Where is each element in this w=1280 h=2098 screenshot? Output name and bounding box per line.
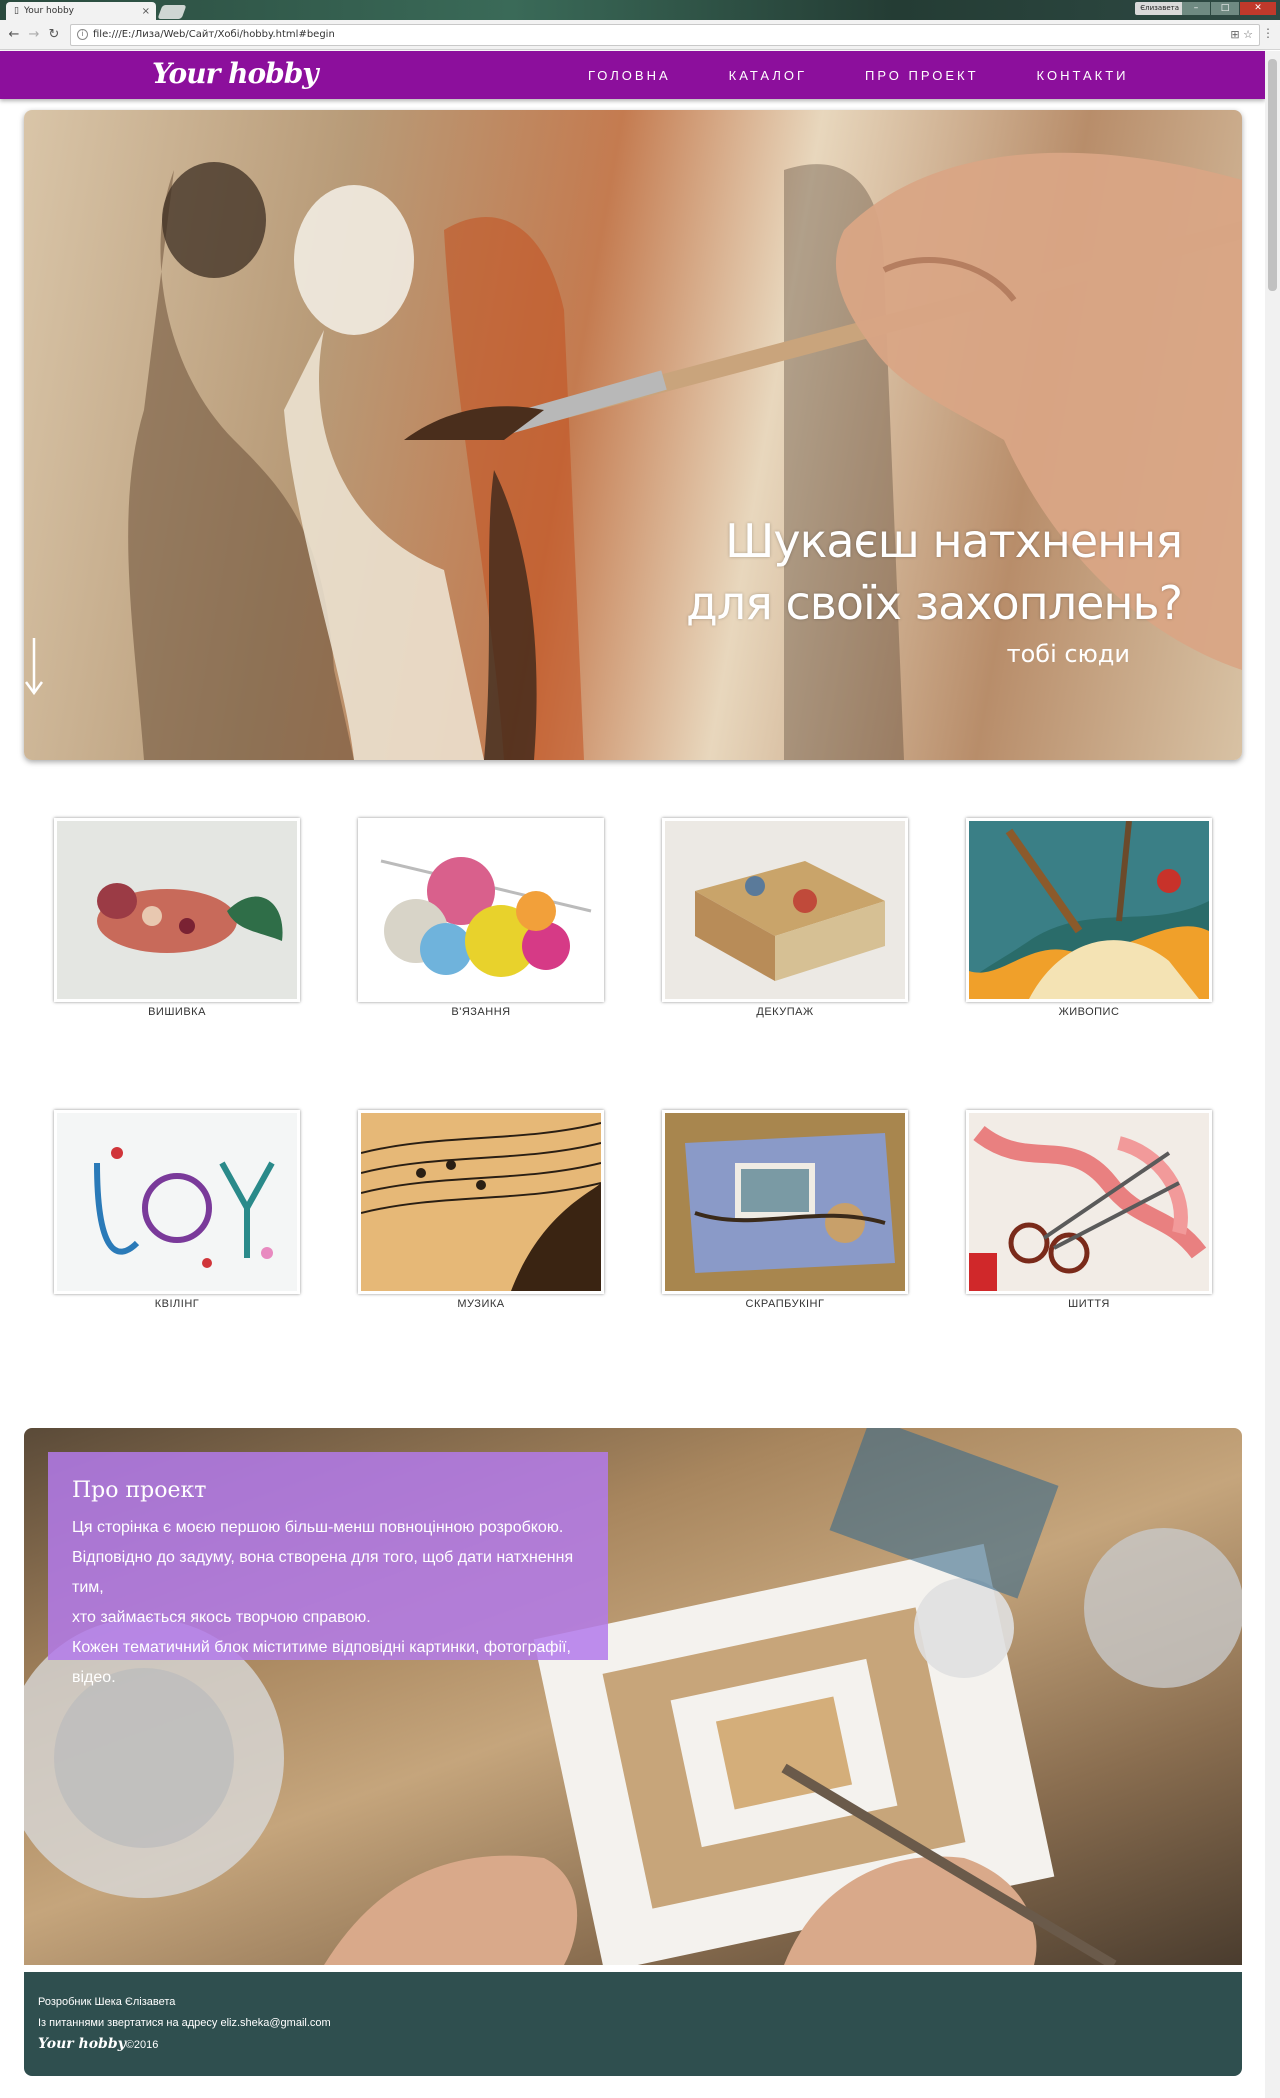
site-logo[interactable]: Your hobby: [152, 57, 319, 90]
hero-line-2: для своїх захоплень?: [685, 576, 1183, 630]
decoupage-image[interactable]: [662, 818, 908, 1002]
site-header: Your hobby ГОЛОВНА КАТАЛОГ ПРО ПРОЕКТ КО…: [0, 51, 1265, 99]
info-icon[interactable]: i: [77, 29, 88, 40]
scrapbooking-image[interactable]: [662, 1110, 908, 1294]
address-bar[interactable]: i file:///E:/Лиза/Web/Сайт/Хобі/hobby.ht…: [70, 24, 1260, 46]
new-tab-button[interactable]: [157, 5, 187, 19]
site-footer: Розробник Шека Єлізавета Із питаннями зв…: [24, 1972, 1242, 2076]
bookmark-star-icon[interactable]: ☆: [1243, 28, 1253, 41]
footer-developer: Розробник Шека Єлізавета: [38, 1996, 176, 2008]
category-music[interactable]: МУЗИКА: [358, 1110, 604, 1310]
quilling-image[interactable]: [54, 1110, 300, 1294]
category-quilling[interactable]: КВІЛІНГ: [54, 1110, 300, 1310]
browser-titlebar: ▯ Your hobby × Єлизавета – □ ✕: [0, 0, 1280, 20]
about-line: Відповідно до задуму, вона створена для …: [72, 1549, 574, 1596]
category-label: ЖИВОПИС: [1058, 1006, 1120, 1018]
category-sewing[interactable]: ШИТТЯ: [966, 1110, 1212, 1310]
embroidery-image[interactable]: [54, 818, 300, 1002]
knitting-image[interactable]: [358, 818, 604, 1002]
nav-catalog[interactable]: КАТАЛОГ: [729, 68, 807, 83]
maximize-icon[interactable]: □: [1211, 2, 1239, 15]
category-label: ВИШИВКА: [148, 1006, 206, 1018]
category-scrapbooking[interactable]: СКРАПБУКІНГ: [662, 1110, 908, 1310]
arrow-down-icon[interactable]: [24, 636, 44, 696]
category-knitting[interactable]: В'ЯЗАННЯ: [358, 818, 604, 1018]
nav-home[interactable]: ГОЛОВНА: [588, 68, 671, 83]
category-label: МУЗИКА: [457, 1298, 505, 1310]
footer-year: ©2016: [125, 2039, 159, 2051]
footer-logo: Your hobby: [38, 2036, 126, 2052]
hero-heading: Шукаєш натхнення для своїх захоплень?: [685, 510, 1183, 634]
sewing-image[interactable]: [966, 1110, 1212, 1294]
tab-close-icon[interactable]: ×: [142, 6, 150, 17]
about-section: Про проект Ця сторінка є моєю першою біл…: [24, 1428, 1242, 1965]
browser-menu-icon[interactable]: ⋮: [1262, 26, 1274, 40]
footer-contact: Із питаннями звертатися на адресу eliz.s…: [38, 2017, 331, 2029]
address-text: file:///E:/Лиза/Web/Сайт/Хобі/hobby.html…: [93, 29, 335, 40]
minimize-icon[interactable]: –: [1182, 2, 1210, 15]
hero-cta-text[interactable]: тобі сюди: [1007, 640, 1130, 668]
category-label: КВІЛІНГ: [154, 1298, 200, 1310]
category-embroidery[interactable]: ВИШИВКА: [54, 818, 300, 1018]
tab-title: Your hobby: [23, 6, 74, 16]
category-painting[interactable]: ЖИВОПИС: [966, 818, 1212, 1018]
hero-line-1: Шукаєш натхнення: [725, 514, 1183, 568]
nav-contacts[interactable]: КОНТАКТИ: [1037, 68, 1129, 83]
category-label: ШИТТЯ: [1068, 1298, 1110, 1310]
page-scrollbar[interactable]: [1265, 51, 1280, 2098]
reload-icon[interactable]: ↻: [46, 27, 62, 43]
category-label: В'ЯЗАННЯ: [451, 1006, 511, 1018]
omnibox-actions: ⊞ ☆: [1230, 25, 1253, 45]
page-icon: ▯: [14, 6, 19, 16]
window-close-icon[interactable]: ✕: [1240, 2, 1276, 15]
browser-tab[interactable]: ▯ Your hobby ×: [6, 2, 156, 20]
about-line: Ця сторінка є моєю першою більш-менш пов…: [72, 1519, 564, 1536]
profile-button[interactable]: Єлизавета: [1135, 2, 1184, 15]
translate-icon[interactable]: ⊞: [1230, 28, 1239, 41]
nav-about[interactable]: ПРО ПРОЕКТ: [865, 68, 978, 83]
forward-icon[interactable]: →: [26, 27, 42, 43]
hero-banner: Шукаєш натхнення для своїх захоплень? то…: [24, 110, 1242, 760]
category-label: ДЕКУПАЖ: [756, 1006, 814, 1018]
back-icon[interactable]: ←: [6, 27, 22, 43]
browser-toolbar: ← → ↻ i file:///E:/Лиза/Web/Сайт/Хобі/ho…: [0, 20, 1280, 50]
window-controls: – □ ✕: [1182, 2, 1276, 15]
footer-copyright: Your hobby©2016: [38, 2034, 1228, 2056]
about-line: Кожен тематичний блок міститиме відповід…: [72, 1639, 571, 1686]
category-decoupage[interactable]: ДЕКУПАЖ: [662, 818, 908, 1018]
about-line: хто займається якось творчою справою.: [72, 1609, 371, 1626]
about-card: Про проект Ця сторінка є моєю першою біл…: [48, 1452, 608, 1686]
scroll-thumb[interactable]: [1268, 59, 1277, 291]
about-title: Про проект: [72, 1478, 207, 1503]
main-nav: ГОЛОВНА КАТАЛОГ ПРО ПРОЕКТ КОНТАКТИ: [588, 51, 1187, 99]
painting-image[interactable]: [966, 818, 1212, 1002]
category-label: СКРАПБУКІНГ: [745, 1298, 825, 1310]
music-image[interactable]: [358, 1110, 604, 1294]
